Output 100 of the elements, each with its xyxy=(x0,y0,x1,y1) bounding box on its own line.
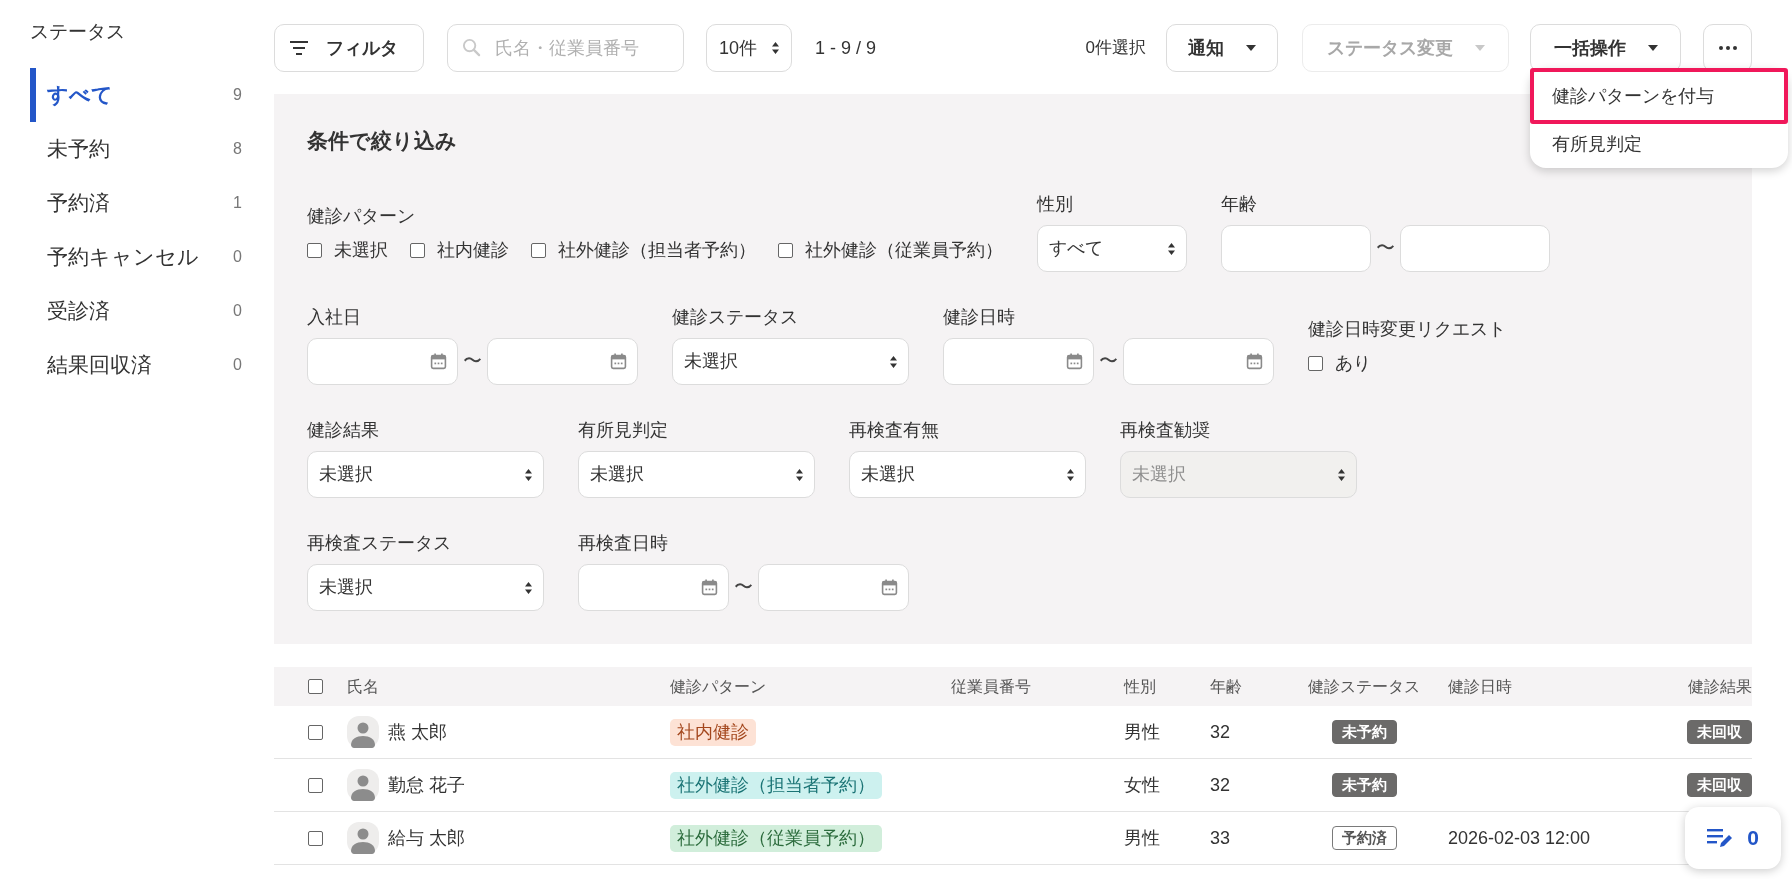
gender-cell: 女性 xyxy=(1124,774,1160,795)
checkbox-label[interactable]: 社外健診（担当者予約） xyxy=(558,236,756,264)
sidebar-item[interactable]: 受診済 0 xyxy=(30,284,244,338)
filter-button[interactable]: フィルタ xyxy=(274,24,424,72)
checkbox[interactable] xyxy=(308,724,323,740)
up-down-caret-icon xyxy=(1338,468,1345,481)
column-header: 健診パターン xyxy=(670,677,766,695)
up-down-caret-icon xyxy=(796,468,803,481)
sidebar-item[interactable]: すべて 9 xyxy=(30,68,244,122)
field-label: 有所見判定 xyxy=(578,419,668,442)
caret-down-icon xyxy=(1474,45,1485,51)
status-badge: 予約済 xyxy=(1331,826,1397,850)
selection-count: 0件選択 xyxy=(1085,37,1146,60)
date-field[interactable] xyxy=(943,338,1094,385)
item-count: 0 xyxy=(233,301,242,321)
number-field[interactable] xyxy=(1400,225,1550,272)
up-down-caret-icon xyxy=(772,42,779,54)
field-label: 再検査有無 xyxy=(849,419,939,442)
action-dropdown-button[interactable]: 通知 xyxy=(1166,24,1278,72)
sidebar-item[interactable]: 予約済 1 xyxy=(30,176,244,230)
select-field[interactable]: 未選択 xyxy=(578,451,815,498)
gender-cell: 男性 xyxy=(1124,721,1160,742)
sidebar-item[interactable]: 結果回収済 0 xyxy=(30,338,244,392)
employee-name[interactable]: 勤怠 花子 xyxy=(388,771,465,799)
select-field[interactable]: 未選択 xyxy=(672,338,909,385)
avatar-icon xyxy=(347,769,379,801)
field-label: 健診日時変更リクエスト xyxy=(1308,318,1506,341)
date-field[interactable] xyxy=(307,338,458,385)
menu-item[interactable]: 健診パターンを付与 xyxy=(1530,68,1788,124)
column-header: 性別 xyxy=(1124,677,1156,695)
employee-name[interactable]: 燕 太郎 xyxy=(388,718,447,746)
result-badge: 未回収 xyxy=(1687,773,1752,797)
age-cell: 32 xyxy=(1210,721,1231,742)
checkbox[interactable] xyxy=(308,830,323,846)
field-label: 健診パターン xyxy=(307,205,415,228)
calendar-icon xyxy=(701,579,718,596)
range-separator: 〜 xyxy=(1098,349,1119,374)
checkbox[interactable] xyxy=(308,777,323,793)
field-label: 再検査日時 xyxy=(578,532,668,555)
up-down-caret-icon xyxy=(890,355,897,368)
employee-name[interactable]: 給与 太郎 xyxy=(388,824,465,852)
field-label: 健診日時 xyxy=(943,306,1015,329)
result-badge: 未回収 xyxy=(1687,720,1752,744)
select-field[interactable]: すべて xyxy=(1037,225,1187,272)
calendar-icon xyxy=(1246,353,1263,370)
range-separator: 〜 xyxy=(462,349,483,374)
date-field[interactable] xyxy=(1123,338,1274,385)
search-icon xyxy=(462,38,481,57)
sidebar-title: ステータス xyxy=(30,20,125,44)
field-label: 健診結果 xyxy=(307,419,379,442)
up-down-caret-icon xyxy=(525,581,532,594)
gender-cell: 男性 xyxy=(1124,827,1160,848)
page-size-select[interactable]: 10件 xyxy=(706,24,792,72)
filter-icon xyxy=(290,41,308,55)
checkbox[interactable] xyxy=(307,242,322,258)
up-down-caret-icon xyxy=(525,468,532,481)
up-down-caret-icon xyxy=(1168,242,1175,255)
pattern-tag: 社外健診（担当者予約） xyxy=(670,771,882,799)
range-separator: 〜 xyxy=(733,575,754,600)
avatar-icon xyxy=(347,716,379,748)
column-header: 年齢 xyxy=(1210,677,1242,695)
column-header: 健診結果 xyxy=(1688,677,1752,695)
checkbox-label[interactable]: 社外健診（従業員予約） xyxy=(805,236,1003,264)
menu-item[interactable]: 有所見判定 xyxy=(1530,124,1788,164)
number-field[interactable] xyxy=(1221,225,1371,272)
item-count: 0 xyxy=(233,355,242,375)
column-header: 健診日時 xyxy=(1448,677,1512,695)
pattern-tag: 社内健診 xyxy=(670,718,756,746)
age-cell: 33 xyxy=(1210,827,1231,848)
status-badge: 未予約 xyxy=(1331,773,1397,797)
search-field[interactable]: 氏名・従業員番号 xyxy=(447,24,684,72)
caret-down-icon xyxy=(1647,45,1658,51)
item-count: 8 xyxy=(233,139,242,159)
select-field[interactable]: 未選択 xyxy=(307,451,544,498)
date-field[interactable] xyxy=(758,564,909,611)
checkbox-label[interactable]: 社内健診 xyxy=(437,236,509,264)
date-field[interactable] xyxy=(487,338,638,385)
calendar-icon xyxy=(1066,353,1083,370)
checkbox[interactable] xyxy=(1308,355,1323,371)
caret-down-icon xyxy=(1246,45,1256,51)
select-field[interactable]: 未選択 xyxy=(307,564,544,611)
sidebar-item[interactable]: 未予約 8 xyxy=(30,122,244,176)
date-field[interactable] xyxy=(578,564,729,611)
field-label: 入社日 xyxy=(307,306,361,329)
list-edit-icon xyxy=(1707,828,1734,848)
checkbox[interactable] xyxy=(308,679,323,694)
sidebar-item[interactable]: 予約キャンセル 0 xyxy=(30,230,244,284)
edit-list-button[interactable]: 0 xyxy=(1685,807,1781,869)
field-label: 性別 xyxy=(1037,193,1073,216)
checkbox[interactable] xyxy=(778,242,793,258)
checkbox[interactable] xyxy=(531,242,546,258)
field-label: 再検査ステータス xyxy=(307,532,451,555)
calendar-icon xyxy=(881,579,898,596)
checkbox-label[interactable]: あり xyxy=(1335,349,1371,377)
pattern-tag: 社外健診（従業員予約） xyxy=(670,824,882,852)
result-range: 1 - 9 / 9 xyxy=(815,36,877,60)
column-header: 従業員番号 xyxy=(951,677,1031,695)
select-field[interactable]: 未選択 xyxy=(849,451,1086,498)
checkbox[interactable] xyxy=(410,242,425,258)
checkbox-label[interactable]: 未選択 xyxy=(334,236,388,264)
